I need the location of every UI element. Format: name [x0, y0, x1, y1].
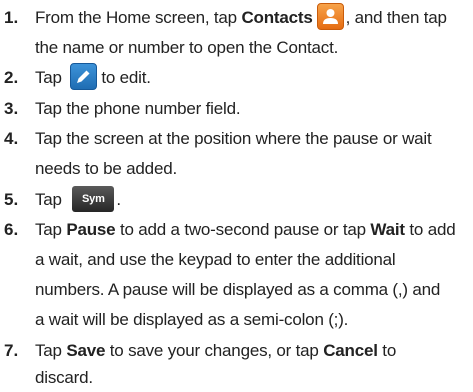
step-text-line: discard.	[35, 368, 93, 387]
contacts-icon	[316, 3, 344, 31]
instructions-list: 1. From the Home screen, tap Contacts , a…	[0, 0, 473, 392]
step-text-line: a wait will be displayed as a semi-colon…	[35, 310, 349, 329]
step-text-line: the name or number to open the Contact.	[35, 38, 339, 57]
step-text-line: Tap Sym.	[35, 185, 121, 214]
sym-key-icon: Sym	[72, 185, 115, 212]
wait-label: Wait	[370, 220, 405, 239]
step-text: Tap	[35, 190, 67, 209]
step-number: 2.	[4, 68, 19, 87]
step-text-line: From the Home screen, tap Contacts , and …	[35, 3, 447, 32]
step-text: to save your changes, or tap	[105, 341, 324, 360]
edit-pencil-icon	[70, 63, 98, 91]
step-text: Tap	[35, 341, 67, 360]
step-text: .	[116, 190, 121, 209]
step-text: to add	[404, 220, 456, 239]
cancel-label: Cancel	[323, 341, 378, 360]
step-text-line: needs to be added.	[35, 159, 177, 178]
step-text: to add a two-second pause or tap	[115, 220, 371, 239]
step-number: 4.	[4, 129, 19, 148]
step-text-line: Tap the screen at the position where the…	[35, 129, 432, 148]
pause-label: Pause	[66, 220, 116, 239]
step-text: , and then tap	[345, 8, 447, 27]
step-number: 1.	[4, 8, 19, 27]
step-text-line: a wait, and use the keypad to enter the …	[35, 250, 396, 269]
step-number: 6.	[4, 220, 19, 239]
step-text-line: Tap the phone number field.	[35, 99, 241, 118]
step-text: Tap	[35, 68, 67, 87]
save-label: Save	[66, 341, 106, 360]
step-text-line: Tap Save to save your changes, or tap Ca…	[35, 337, 396, 365]
step-text-line: numbers. A pause will be displayed as a …	[35, 280, 441, 299]
step-text-line: Tap Pause to add a two-second pause or t…	[35, 216, 456, 244]
step-text: to edit.	[101, 68, 151, 87]
step-number: 5.	[4, 190, 19, 209]
step-text: Tap	[35, 220, 67, 239]
step-number: 7.	[4, 341, 19, 360]
step-number: 3.	[4, 99, 19, 118]
contacts-label: Contacts	[241, 8, 313, 27]
step-text: to	[377, 341, 397, 360]
step-text-line: Tap to edit.	[35, 63, 151, 92]
step-text: From the Home screen, tap	[35, 8, 242, 27]
